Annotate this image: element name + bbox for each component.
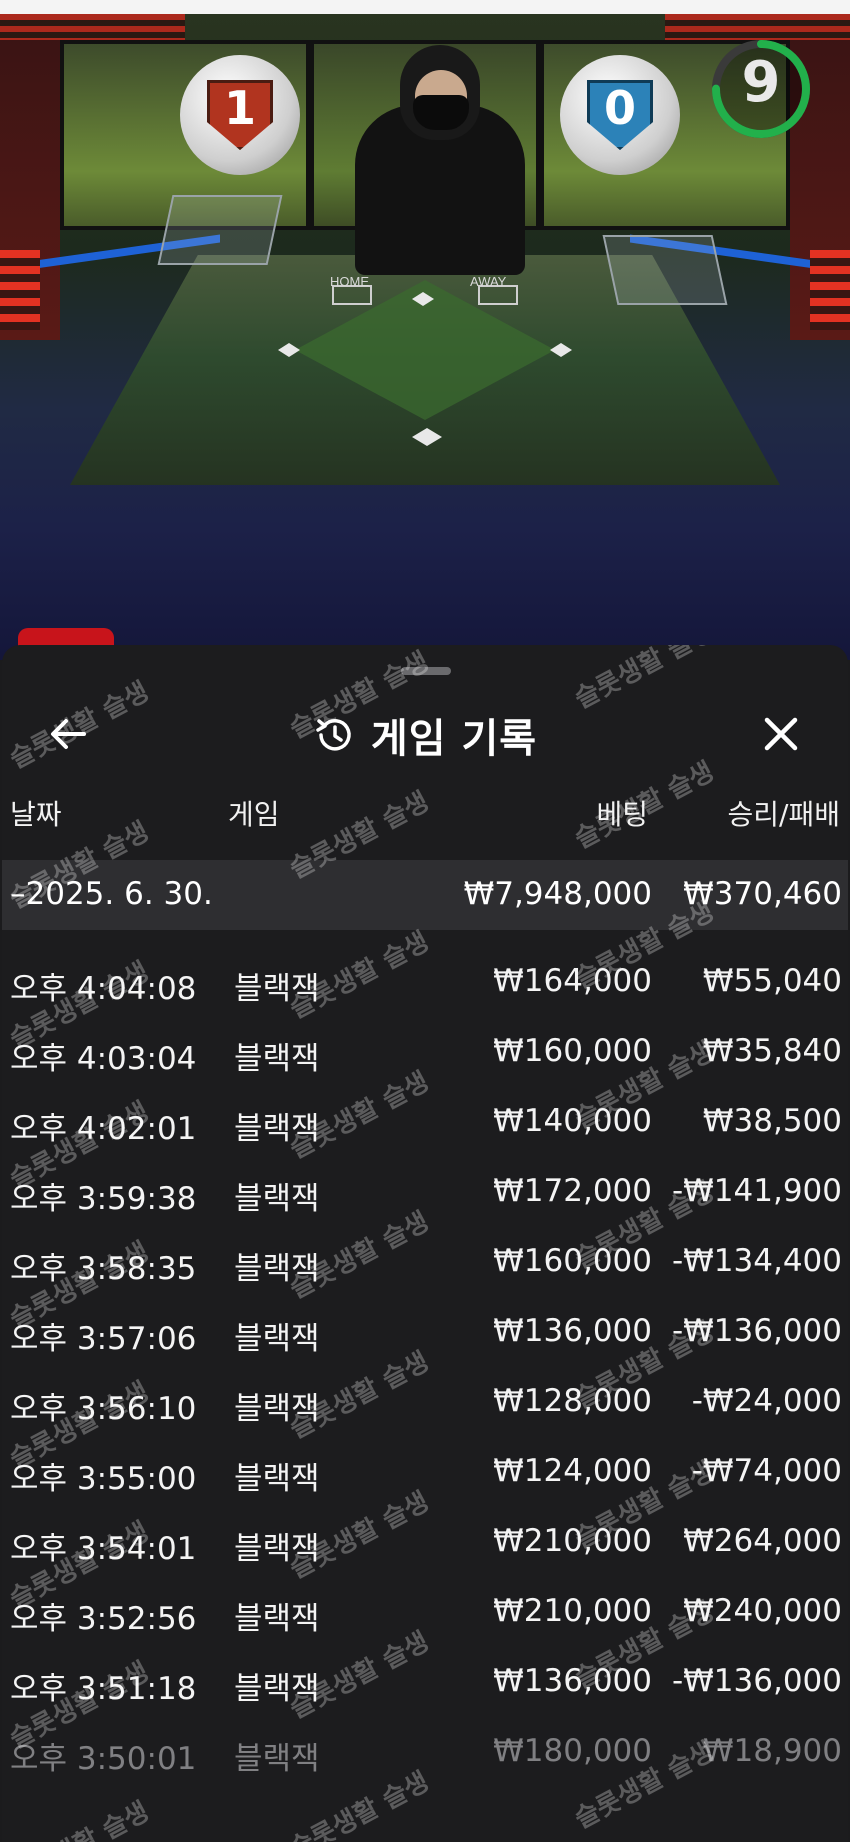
- row-bet: ₩172,000: [493, 1173, 652, 1209]
- row-result: ₩38,500: [702, 1103, 842, 1139]
- history-row[interactable]: 오후 3:55:00 블랙잭 ₩124,000 -₩74,000: [2, 1420, 848, 1497]
- history-row[interactable]: 오후 3:54:01 블랙잭 ₩210,000 ₩264,000: [2, 1490, 848, 1567]
- studio-ceiling: [0, 0, 850, 14]
- row-bet: ₩128,000: [493, 1383, 652, 1419]
- red-light-panel-right: [810, 250, 850, 330]
- row-bet: ₩210,000: [493, 1523, 652, 1559]
- row-bet: ₩124,000: [493, 1453, 652, 1489]
- card-shoe-right: [602, 235, 728, 305]
- row-bet: ₩140,000: [493, 1103, 652, 1139]
- row-bet: ₩164,000: [493, 963, 652, 999]
- sheet-header: 게임 기록: [2, 685, 848, 785]
- day-summary-date: –2025. 6. 30.: [10, 876, 213, 912]
- watermark-text: 슬롯생활 슬생: [2, 1791, 154, 1842]
- game-history-sheet: 게임 기록 날짜 게임 베팅 승리/패배 –2025. 6. 30. ₩7,94…: [2, 645, 848, 1842]
- history-icon: [316, 719, 351, 751]
- history-row[interactable]: 오후 3:57:06 블랙잭 ₩136,000 -₩136,000: [2, 1280, 848, 1357]
- row-bet: ₩160,000: [493, 1243, 652, 1279]
- history-row[interactable]: 오후 3:58:35 블랙잭 ₩160,000 -₩134,400: [2, 1210, 848, 1287]
- day-summary-row[interactable]: –2025. 6. 30. ₩7,948,000 ₩370,460: [2, 860, 848, 930]
- history-row[interactable]: 오후 3:59:38 블랙잭 ₩172,000 -₩141,900: [2, 1140, 848, 1217]
- sheet-title-group: 게임 기록: [2, 715, 848, 762]
- column-game: 게임: [228, 798, 280, 831]
- away-score-badge: 0: [587, 80, 653, 150]
- history-row[interactable]: 오후 3:56:10 블랙잭 ₩128,000 -₩24,000: [2, 1350, 848, 1427]
- sheet-drag-handle[interactable]: [401, 667, 451, 675]
- row-bet: ₩136,000: [493, 1663, 652, 1699]
- red-light-panel-left: [0, 250, 40, 330]
- row-result: -₩24,000: [691, 1383, 842, 1419]
- history-list: 오후 4:04:08 블랙잭 ₩164,000 ₩55,040 오후 4:03:04 블랙…: [2, 930, 848, 1777]
- row-result: ₩35,840: [702, 1033, 842, 1069]
- row-result: -₩74,000: [691, 1453, 842, 1489]
- history-row[interactable]: 오후 4:03:04 블랙잭 ₩160,000 ₩35,840: [2, 1000, 848, 1077]
- dealer-mask: [413, 95, 469, 130]
- row-time: 오후 3:50:01: [10, 1741, 197, 1777]
- countdown-timer-value: 9: [741, 50, 781, 115]
- row-result: ₩18,900: [702, 1733, 842, 1769]
- row-result: ₩55,040: [702, 963, 842, 999]
- column-bet: 베팅: [596, 798, 648, 831]
- row-result: ₩264,000: [683, 1523, 842, 1559]
- history-row[interactable]: 오후 3:51:18 블랙잭 ₩136,000 -₩136,000: [2, 1630, 848, 1707]
- home-score-ball: 1: [180, 55, 300, 175]
- row-result: -₩136,000: [671, 1663, 842, 1699]
- column-result: 승리/패배: [727, 798, 840, 831]
- live-video-stream: 1 0 HOME AWAY 9: [0, 0, 850, 660]
- home-score-badge: 1: [207, 80, 273, 150]
- day-summary-bet: ₩7,948,000: [463, 876, 652, 912]
- away-score-ball: 0: [560, 55, 680, 175]
- row-result: -₩141,900: [671, 1173, 842, 1209]
- row-bet: ₩160,000: [493, 1033, 652, 1069]
- row-bet: ₩180,000: [493, 1733, 652, 1769]
- sheet-title: 게임 기록: [370, 716, 538, 762]
- row-bet: ₩136,000: [493, 1313, 652, 1349]
- history-table-header: 날짜 게임 베팅 승리/패배: [2, 785, 848, 835]
- history-row[interactable]: 오후 4:04:08 블랙잭 ₩164,000 ₩55,040: [2, 930, 848, 1007]
- history-row[interactable]: 오후 3:50:01 블랙잭 ₩180,000 ₩18,900: [2, 1700, 848, 1777]
- day-summary-result: ₩370,460: [683, 876, 842, 912]
- close-icon[interactable]: [756, 709, 806, 759]
- history-row[interactable]: 오후 4:02:01 블랙잭 ₩140,000 ₩38,500: [2, 1070, 848, 1147]
- row-result: -₩136,000: [671, 1313, 842, 1349]
- row-result: ₩240,000: [683, 1593, 842, 1629]
- row-bet: ₩210,000: [493, 1593, 652, 1629]
- history-row[interactable]: 오후 3:52:56 블랙잭 ₩210,000 ₩240,000: [2, 1560, 848, 1637]
- column-date: 날짜: [10, 798, 62, 831]
- home-plate-label: HOME: [330, 274, 369, 289]
- card-shoe-left: [157, 195, 283, 265]
- away-plate-label: AWAY: [470, 274, 507, 289]
- row-result: -₩134,400: [671, 1243, 842, 1279]
- row-game: 블랙잭: [234, 1741, 320, 1777]
